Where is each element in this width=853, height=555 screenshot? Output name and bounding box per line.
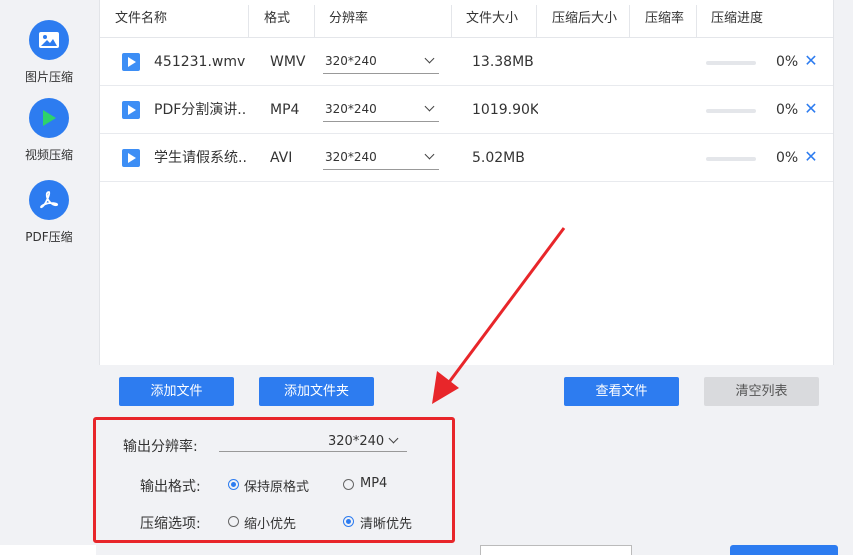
resolution-select[interactable]: 320*240 (323, 100, 439, 122)
col-header-resolution: 分辨率 (329, 11, 369, 26)
sidebar-item-image-compress[interactable]: 图片压缩 (0, 20, 98, 85)
table-row[interactable]: 学生请假系统... AVI 320*240 5.02MB 0% ✕ (100, 134, 833, 182)
sidebar-item-label: 图片压缩 (24, 70, 73, 84)
col-header-compressed-size: 压缩后大小 (552, 11, 618, 26)
file-format: WMV (270, 54, 306, 70)
resolution-select[interactable]: 320*240 (323, 148, 439, 170)
chevron-down-icon (424, 149, 435, 160)
resolution-select[interactable]: 320*240 (323, 52, 439, 74)
close-icon[interactable]: ✕ (803, 101, 819, 117)
video-file-icon (122, 101, 140, 119)
chevron-down-icon (424, 53, 435, 64)
column-divider (629, 5, 630, 37)
progress-bar (706, 109, 756, 113)
close-icon[interactable]: ✕ (803, 53, 819, 69)
progress-percent: 0% (776, 54, 799, 70)
sidebar-item-label: 视频压缩 (24, 148, 73, 162)
table-row[interactable]: PDF分割演讲... MP4 320*240 1019.90KB 0% ✕ (100, 86, 833, 134)
progress-bar (706, 157, 756, 161)
clear-list-button[interactable]: 清空列表 (704, 377, 819, 406)
file-name: 451231.wmv (154, 54, 246, 70)
sidebar-item-video-compress[interactable]: 视频压缩 (0, 98, 98, 163)
col-header-size: 文件大小 (466, 11, 519, 26)
progress-percent: 0% (776, 150, 799, 166)
column-divider (314, 5, 315, 37)
play-icon (29, 98, 69, 138)
column-divider (696, 5, 697, 37)
col-header-progress: 压缩进度 (711, 11, 764, 26)
pdf-icon (29, 180, 69, 220)
chevron-down-icon (424, 101, 435, 112)
file-format: MP4 (270, 102, 300, 118)
sidebar-item-pdf-compress[interactable]: PDF压缩 (0, 180, 98, 245)
file-size: 5.02MB (472, 150, 525, 166)
resolution-value: 320*240 (325, 54, 377, 68)
view-files-button[interactable]: 查看文件 (564, 377, 679, 406)
start-compress-button[interactable] (730, 545, 838, 555)
add-folder-button[interactable]: 添加文件夹 (259, 377, 374, 406)
resolution-value: 320*240 (325, 102, 377, 116)
col-header-ratio: 压缩率 (645, 11, 685, 26)
video-file-icon (122, 53, 140, 71)
add-file-button[interactable]: 添加文件 (119, 377, 234, 406)
image-icon (29, 20, 69, 60)
file-name: 学生请假系统... (154, 150, 246, 166)
file-format: AVI (270, 150, 293, 166)
sidebar-item-label: PDF压缩 (25, 230, 73, 244)
annotation-highlight-box (93, 417, 455, 543)
progress-percent: 0% (776, 102, 799, 118)
close-icon[interactable]: ✕ (803, 149, 819, 165)
bottom-bar (0, 545, 96, 555)
file-name: PDF分割演讲... (154, 102, 246, 118)
column-divider (451, 5, 452, 37)
column-divider (248, 5, 249, 37)
column-divider (536, 5, 537, 37)
file-list-panel: 文件名称 格式 分辨率 文件大小 压缩后大小 压缩率 压缩进度 451231.w… (99, 0, 834, 365)
output-path-field[interactable] (480, 545, 632, 555)
table-header: 文件名称 格式 分辨率 文件大小 压缩后大小 压缩率 压缩进度 (100, 0, 833, 38)
col-header-name: 文件名称 (115, 11, 168, 26)
file-size: 13.38MB (472, 54, 534, 70)
file-size: 1019.90KB (472, 102, 538, 118)
table-row[interactable]: 451231.wmv WMV 320*240 13.38MB 0% ✕ (100, 38, 833, 86)
col-header-format: 格式 (264, 11, 291, 26)
sidebar: 图片压缩 视频压缩 PDF压缩 (0, 0, 98, 555)
resolution-value: 320*240 (325, 150, 377, 164)
progress-bar (706, 61, 756, 65)
video-file-icon (122, 149, 140, 167)
